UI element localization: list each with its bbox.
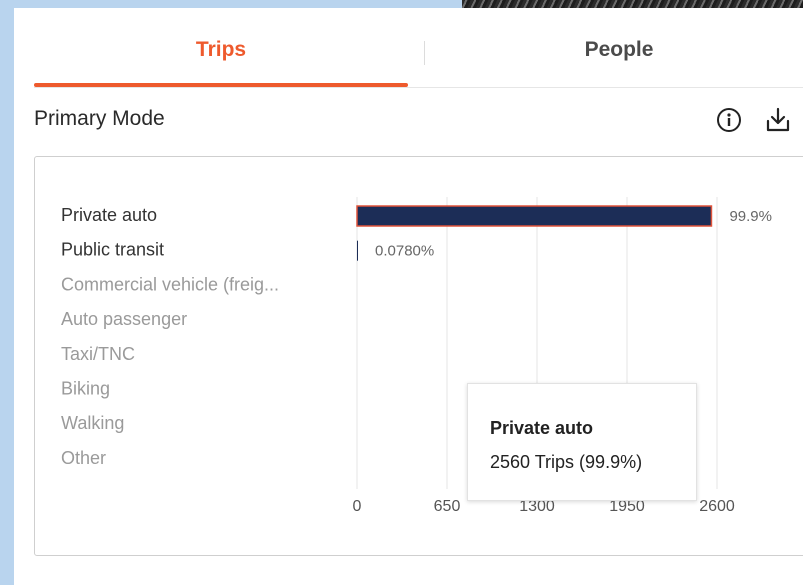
map-background: [462, 0, 803, 8]
data-label: 99.9%: [729, 208, 772, 225]
category-label: Commercial vehicle (freig...: [61, 274, 279, 294]
results-panel: Trips People Primary Mode 0 650 1300 1950 26…: [14, 8, 803, 585]
tab-people[interactable]: People: [434, 38, 803, 62]
x-tick-label: 0: [353, 498, 362, 515]
bar: [357, 240, 358, 261]
tab-divider: [424, 41, 425, 65]
category-label: Public transit: [61, 240, 164, 260]
section-title: Primary Mode: [34, 107, 165, 130]
category-label: Walking: [61, 413, 124, 433]
x-tick-label: 650: [434, 498, 461, 515]
category-label: Biking: [61, 379, 110, 399]
tooltip-title: Private auto: [490, 418, 594, 438]
download-icon[interactable]: [764, 106, 792, 134]
x-tick-label: 2600: [699, 498, 735, 515]
category-label: Other: [61, 448, 106, 468]
tab-bar: Trips People: [14, 8, 803, 88]
tab-bar-divider: [34, 87, 803, 88]
chart-tooltip: Private auto 2560 Trips (99.9%): [467, 383, 697, 501]
chart-card: 0 650 1300 1950 2600 Private auto 99.9% Public …: [34, 156, 803, 556]
category-label: Taxi/TNC: [61, 344, 135, 364]
data-label: 0.0780%: [375, 243, 434, 260]
bar: [356, 205, 713, 227]
tooltip-value: 2560 Trips (99.9%): [490, 452, 643, 472]
info-icon[interactable]: [716, 107, 742, 133]
tab-trips[interactable]: Trips: [34, 38, 408, 62]
category-label: Private auto: [61, 205, 157, 225]
category-label: Auto passenger: [61, 309, 187, 329]
